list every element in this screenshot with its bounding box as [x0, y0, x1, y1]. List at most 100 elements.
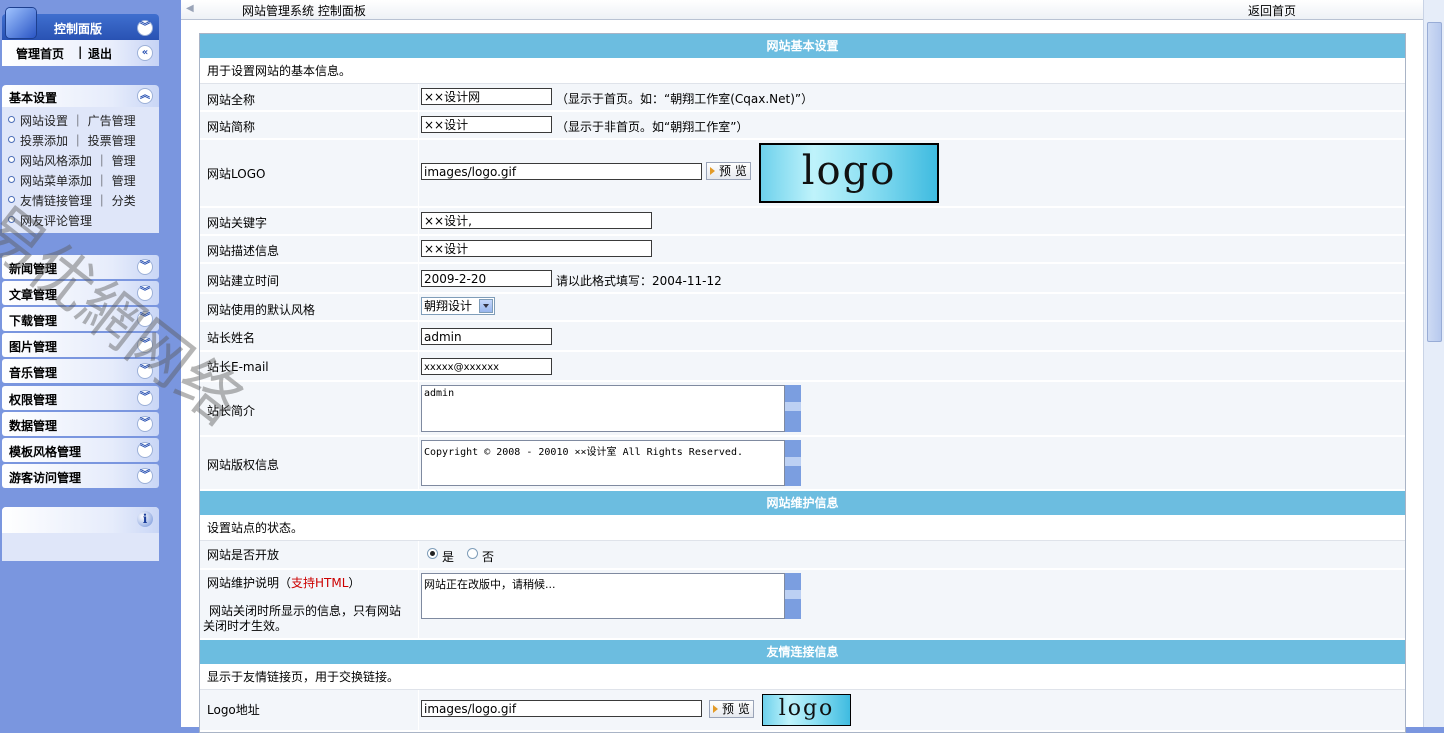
field-label: 网站是否开放: [207, 548, 280, 562]
keywords-input[interactable]: ××设计,: [421, 212, 652, 229]
menu-news[interactable]: 新闻管理 ︾: [2, 255, 159, 279]
site-name-input[interactable]: ××设计网: [421, 88, 552, 105]
comment-manage-link[interactable]: 网友评论管理: [20, 214, 92, 228]
toggle-sidebar-icon[interactable]: ◀: [186, 3, 194, 14]
open-no-radio[interactable]: [467, 548, 478, 559]
field-label: 网站描述信息: [207, 244, 280, 258]
admin-home-link[interactable]: 管理首页: [16, 45, 64, 62]
expand-icon[interactable]: ︾: [137, 442, 153, 458]
panel-links: 管理首页 | 退出 «: [2, 40, 159, 66]
default-style-select[interactable]: 朝翔设计: [421, 297, 495, 315]
breadcrumb: 网站管理系统 控制面板: [242, 4, 366, 18]
friend-link-category-link[interactable]: 分类: [112, 194, 136, 208]
menu-visitors[interactable]: 游客访问管理 ︾: [2, 464, 159, 488]
radio-label: 否: [482, 550, 495, 564]
field-hint: （显示于非首页。如“朝翔工作室”）: [556, 120, 749, 134]
bullet-icon: [8, 116, 15, 123]
scrollbar-thumb[interactable]: [1427, 22, 1442, 342]
site-settings-link[interactable]: 网站设置: [20, 114, 68, 128]
collapse-basic-icon[interactable]: ︽: [137, 88, 153, 104]
field-label: 网站维护说明（支持HTML）: [207, 576, 361, 590]
open-yes-radio[interactable]: [427, 548, 438, 559]
ad-manage-link[interactable]: 广告管理: [88, 114, 136, 128]
menu-data[interactable]: 数据管理 ︾: [2, 412, 159, 436]
friend-logo-input[interactable]: images/logo.gif: [421, 700, 702, 717]
field-hint: 请以此格式填写：2004-11-12: [556, 274, 722, 288]
menu-articles[interactable]: 文章管理 ︾: [2, 281, 159, 305]
list-item: 网站菜单添加 ｜ 管理: [2, 169, 159, 189]
copyright-textarea[interactable]: Copyright © 2008 - 20010 ××设计室 All Right…: [421, 440, 785, 486]
expand-icon[interactable]: ︾: [137, 363, 153, 379]
expand-icon[interactable]: ︾: [137, 259, 153, 275]
expand-icon[interactable]: ︾: [137, 337, 153, 353]
section-description: 设置站点的状态。: [200, 516, 1405, 541]
admin-email-input[interactable]: xxxxx@xxxxxx: [421, 358, 552, 375]
section-description: 显示于友情链接页，用于交换链接。: [200, 665, 1405, 690]
menu-label: 模板风格管理: [9, 445, 82, 459]
site-short-input[interactable]: ××设计: [421, 116, 552, 133]
admin-intro-textarea[interactable]: admin: [421, 385, 785, 432]
menu-label: 游客访问管理: [9, 471, 82, 485]
textarea-scrollbar[interactable]: [785, 440, 801, 486]
section-description: 用于设置网站的基本信息。: [200, 59, 1405, 84]
maintenance-textarea[interactable]: 网站正在改版中，请稍候...: [421, 573, 785, 619]
field-label: 站长E-mail: [207, 360, 269, 374]
page-scrollbar[interactable]: [1423, 0, 1444, 727]
expand-icon[interactable]: ︾: [137, 285, 153, 301]
list-item: 友情链接管理 ｜ 分类: [2, 189, 159, 209]
row-admin-intro: 站长简介 admin: [200, 382, 1405, 437]
expand-icon[interactable]: ︾: [137, 416, 153, 432]
top-bar: ◀ 网站管理系统 控制面板 返回首页: [181, 0, 1423, 20]
section-header-friend-links: 友情连接信息: [200, 640, 1405, 665]
menu-manage-link[interactable]: 管理: [112, 174, 136, 188]
row-admin-email: 站长E-mail xxxxx@xxxxxx: [200, 352, 1405, 382]
list-item: 投票添加 ｜ 投票管理: [2, 129, 159, 149]
textarea-scrollbar[interactable]: [785, 385, 801, 432]
style-manage-link[interactable]: 管理: [112, 154, 136, 168]
vote-add-link[interactable]: 投票添加: [20, 134, 68, 148]
bullet-icon: [8, 136, 15, 143]
menu-label: 新闻管理: [9, 262, 58, 276]
expand-icon[interactable]: ︾: [137, 311, 153, 327]
style-add-link[interactable]: 网站风格添加: [20, 154, 92, 168]
vote-manage-link[interactable]: 投票管理: [88, 134, 136, 148]
section-header-basic: 网站基本设置: [200, 34, 1405, 59]
founded-date-input[interactable]: 2009-2-20: [421, 270, 552, 287]
menu-templates[interactable]: 模板风格管理 ︾: [2, 438, 159, 462]
menu-music[interactable]: 音乐管理 ︾: [2, 359, 159, 383]
hide-sidebar-icon[interactable]: «: [137, 45, 153, 61]
list-item: 网友评论管理: [2, 209, 159, 229]
bullet-icon: [8, 216, 15, 223]
admin-name-input[interactable]: admin: [421, 328, 552, 345]
friend-link-manage-link[interactable]: 友情链接管理: [20, 194, 92, 208]
menu-add-link[interactable]: 网站菜单添加: [20, 174, 92, 188]
control-panel-title: 控制面版: [54, 22, 103, 36]
row-description: 网站描述信息 ××设计: [200, 236, 1405, 264]
menu-permissions[interactable]: 权限管理 ︾: [2, 386, 159, 410]
preview-friend-logo-button[interactable]: 预 览: [709, 700, 754, 718]
menu-images[interactable]: 图片管理 ︾: [2, 333, 159, 357]
expand-icon[interactable]: ︾: [137, 468, 153, 484]
expand-icon[interactable]: ︾: [137, 390, 153, 406]
info-box: i: [2, 507, 159, 561]
back-home-link[interactable]: 返回首页: [1248, 2, 1296, 19]
basic-settings-header[interactable]: 基本设置 ︽: [2, 85, 159, 107]
row-maintenance-note: 网站维护说明（支持HTML） 网站关闭时所显示的信息，只有网站关闭时才生效。 网…: [200, 570, 1405, 640]
collapse-panel-icon[interactable]: ︾: [137, 20, 153, 36]
list-item: 网站风格添加 ｜ 管理: [2, 149, 159, 169]
description-input[interactable]: ××设计: [421, 240, 652, 257]
main-content: 网站基本设置 用于设置网站的基本信息。 网站全称 ××设计网 （显示于首页。如：…: [181, 20, 1423, 733]
logo-preview-image: logo: [759, 143, 939, 203]
logo-path-input[interactable]: images/logo.gif: [421, 163, 702, 180]
field-label: 网站使用的默认风格: [207, 303, 316, 317]
menu-downloads[interactable]: 下载管理 ︾: [2, 307, 159, 331]
row-site-short: 网站简称 ××设计 （显示于非首页。如“朝翔工作室”）: [200, 112, 1405, 140]
preview-logo-button[interactable]: 预 览: [706, 162, 751, 180]
textarea-scrollbar[interactable]: [785, 573, 801, 619]
basic-settings-box: 基本设置 ︽ 网站设置 ｜ 广告管理 投票添加 ｜ 投票管理 网站风格添加 ｜ …: [2, 85, 159, 233]
logout-link[interactable]: 退出: [88, 45, 112, 62]
row-logo-url: Logo地址 images/logo.gif 预 览 logo: [200, 690, 1405, 732]
bullet-icon: [8, 176, 15, 183]
basic-settings-list: 网站设置 ｜ 广告管理 投票添加 ｜ 投票管理 网站风格添加 ｜ 管理 网站菜单…: [2, 107, 159, 233]
chevron-down-icon[interactable]: [479, 299, 493, 313]
